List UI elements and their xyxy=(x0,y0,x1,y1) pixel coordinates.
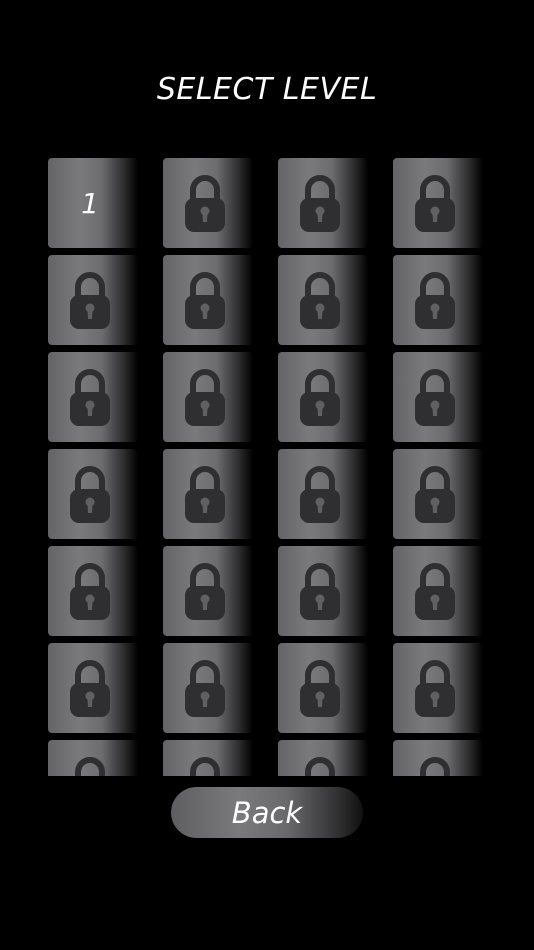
level-tile-locked[interactable] xyxy=(393,158,483,248)
padlock-icon xyxy=(183,172,227,234)
level-tile-locked[interactable] xyxy=(278,643,368,733)
padlock-icon xyxy=(68,754,112,776)
level-tile-locked[interactable] xyxy=(163,740,253,776)
padlock-icon xyxy=(413,754,457,776)
level-tile-locked[interactable] xyxy=(393,643,483,733)
level-tile-locked[interactable] xyxy=(278,352,368,442)
padlock-icon xyxy=(183,560,227,622)
level-tile-locked[interactable] xyxy=(163,643,253,733)
level-tile-locked[interactable] xyxy=(48,352,138,442)
level-tile-locked[interactable] xyxy=(48,546,138,636)
level-tile-locked[interactable] xyxy=(393,255,483,345)
padlock-icon xyxy=(68,269,112,331)
padlock-icon xyxy=(298,172,342,234)
back-button[interactable]: Back xyxy=(171,787,363,838)
padlock-icon xyxy=(298,754,342,776)
padlock-icon xyxy=(413,657,457,719)
padlock-icon xyxy=(68,463,112,525)
level-tile-locked[interactable] xyxy=(278,449,368,539)
padlock-icon xyxy=(298,463,342,525)
level-tile-locked[interactable] xyxy=(163,352,253,442)
padlock-icon xyxy=(68,366,112,428)
padlock-icon xyxy=(68,657,112,719)
level-tile-locked[interactable] xyxy=(48,255,138,345)
level-tile-locked[interactable] xyxy=(393,352,483,442)
level-tile-locked[interactable] xyxy=(278,255,368,345)
padlock-icon xyxy=(298,657,342,719)
padlock-icon xyxy=(413,463,457,525)
padlock-icon xyxy=(183,366,227,428)
level-tile-locked[interactable] xyxy=(163,449,253,539)
padlock-icon xyxy=(413,560,457,622)
level-tile-locked[interactable] xyxy=(278,158,368,248)
page-title: SELECT LEVEL xyxy=(156,72,378,107)
level-tile-locked[interactable] xyxy=(393,546,483,636)
padlock-icon xyxy=(298,269,342,331)
level-grid: 1 xyxy=(48,158,488,776)
level-tile-locked[interactable] xyxy=(163,158,253,248)
level-tile-unlocked[interactable]: 1 xyxy=(48,158,138,248)
padlock-icon xyxy=(183,463,227,525)
level-tile-locked[interactable] xyxy=(393,449,483,539)
padlock-icon xyxy=(68,560,112,622)
level-number: 1 xyxy=(81,186,99,220)
padlock-icon xyxy=(183,657,227,719)
level-tile-locked[interactable] xyxy=(48,449,138,539)
level-tile-locked[interactable] xyxy=(163,255,253,345)
padlock-icon xyxy=(183,754,227,776)
level-tile-locked[interactable] xyxy=(163,546,253,636)
padlock-icon xyxy=(413,366,457,428)
level-tile-locked[interactable] xyxy=(393,740,483,776)
padlock-icon xyxy=(183,269,227,331)
level-tile-locked[interactable] xyxy=(278,546,368,636)
level-grid-viewport[interactable]: 1 xyxy=(48,158,488,776)
level-tile-locked[interactable] xyxy=(278,740,368,776)
level-tile-locked[interactable] xyxy=(48,643,138,733)
padlock-icon xyxy=(413,172,457,234)
padlock-icon xyxy=(413,269,457,331)
padlock-icon xyxy=(298,560,342,622)
padlock-icon xyxy=(298,366,342,428)
level-tile-locked[interactable] xyxy=(48,740,138,776)
